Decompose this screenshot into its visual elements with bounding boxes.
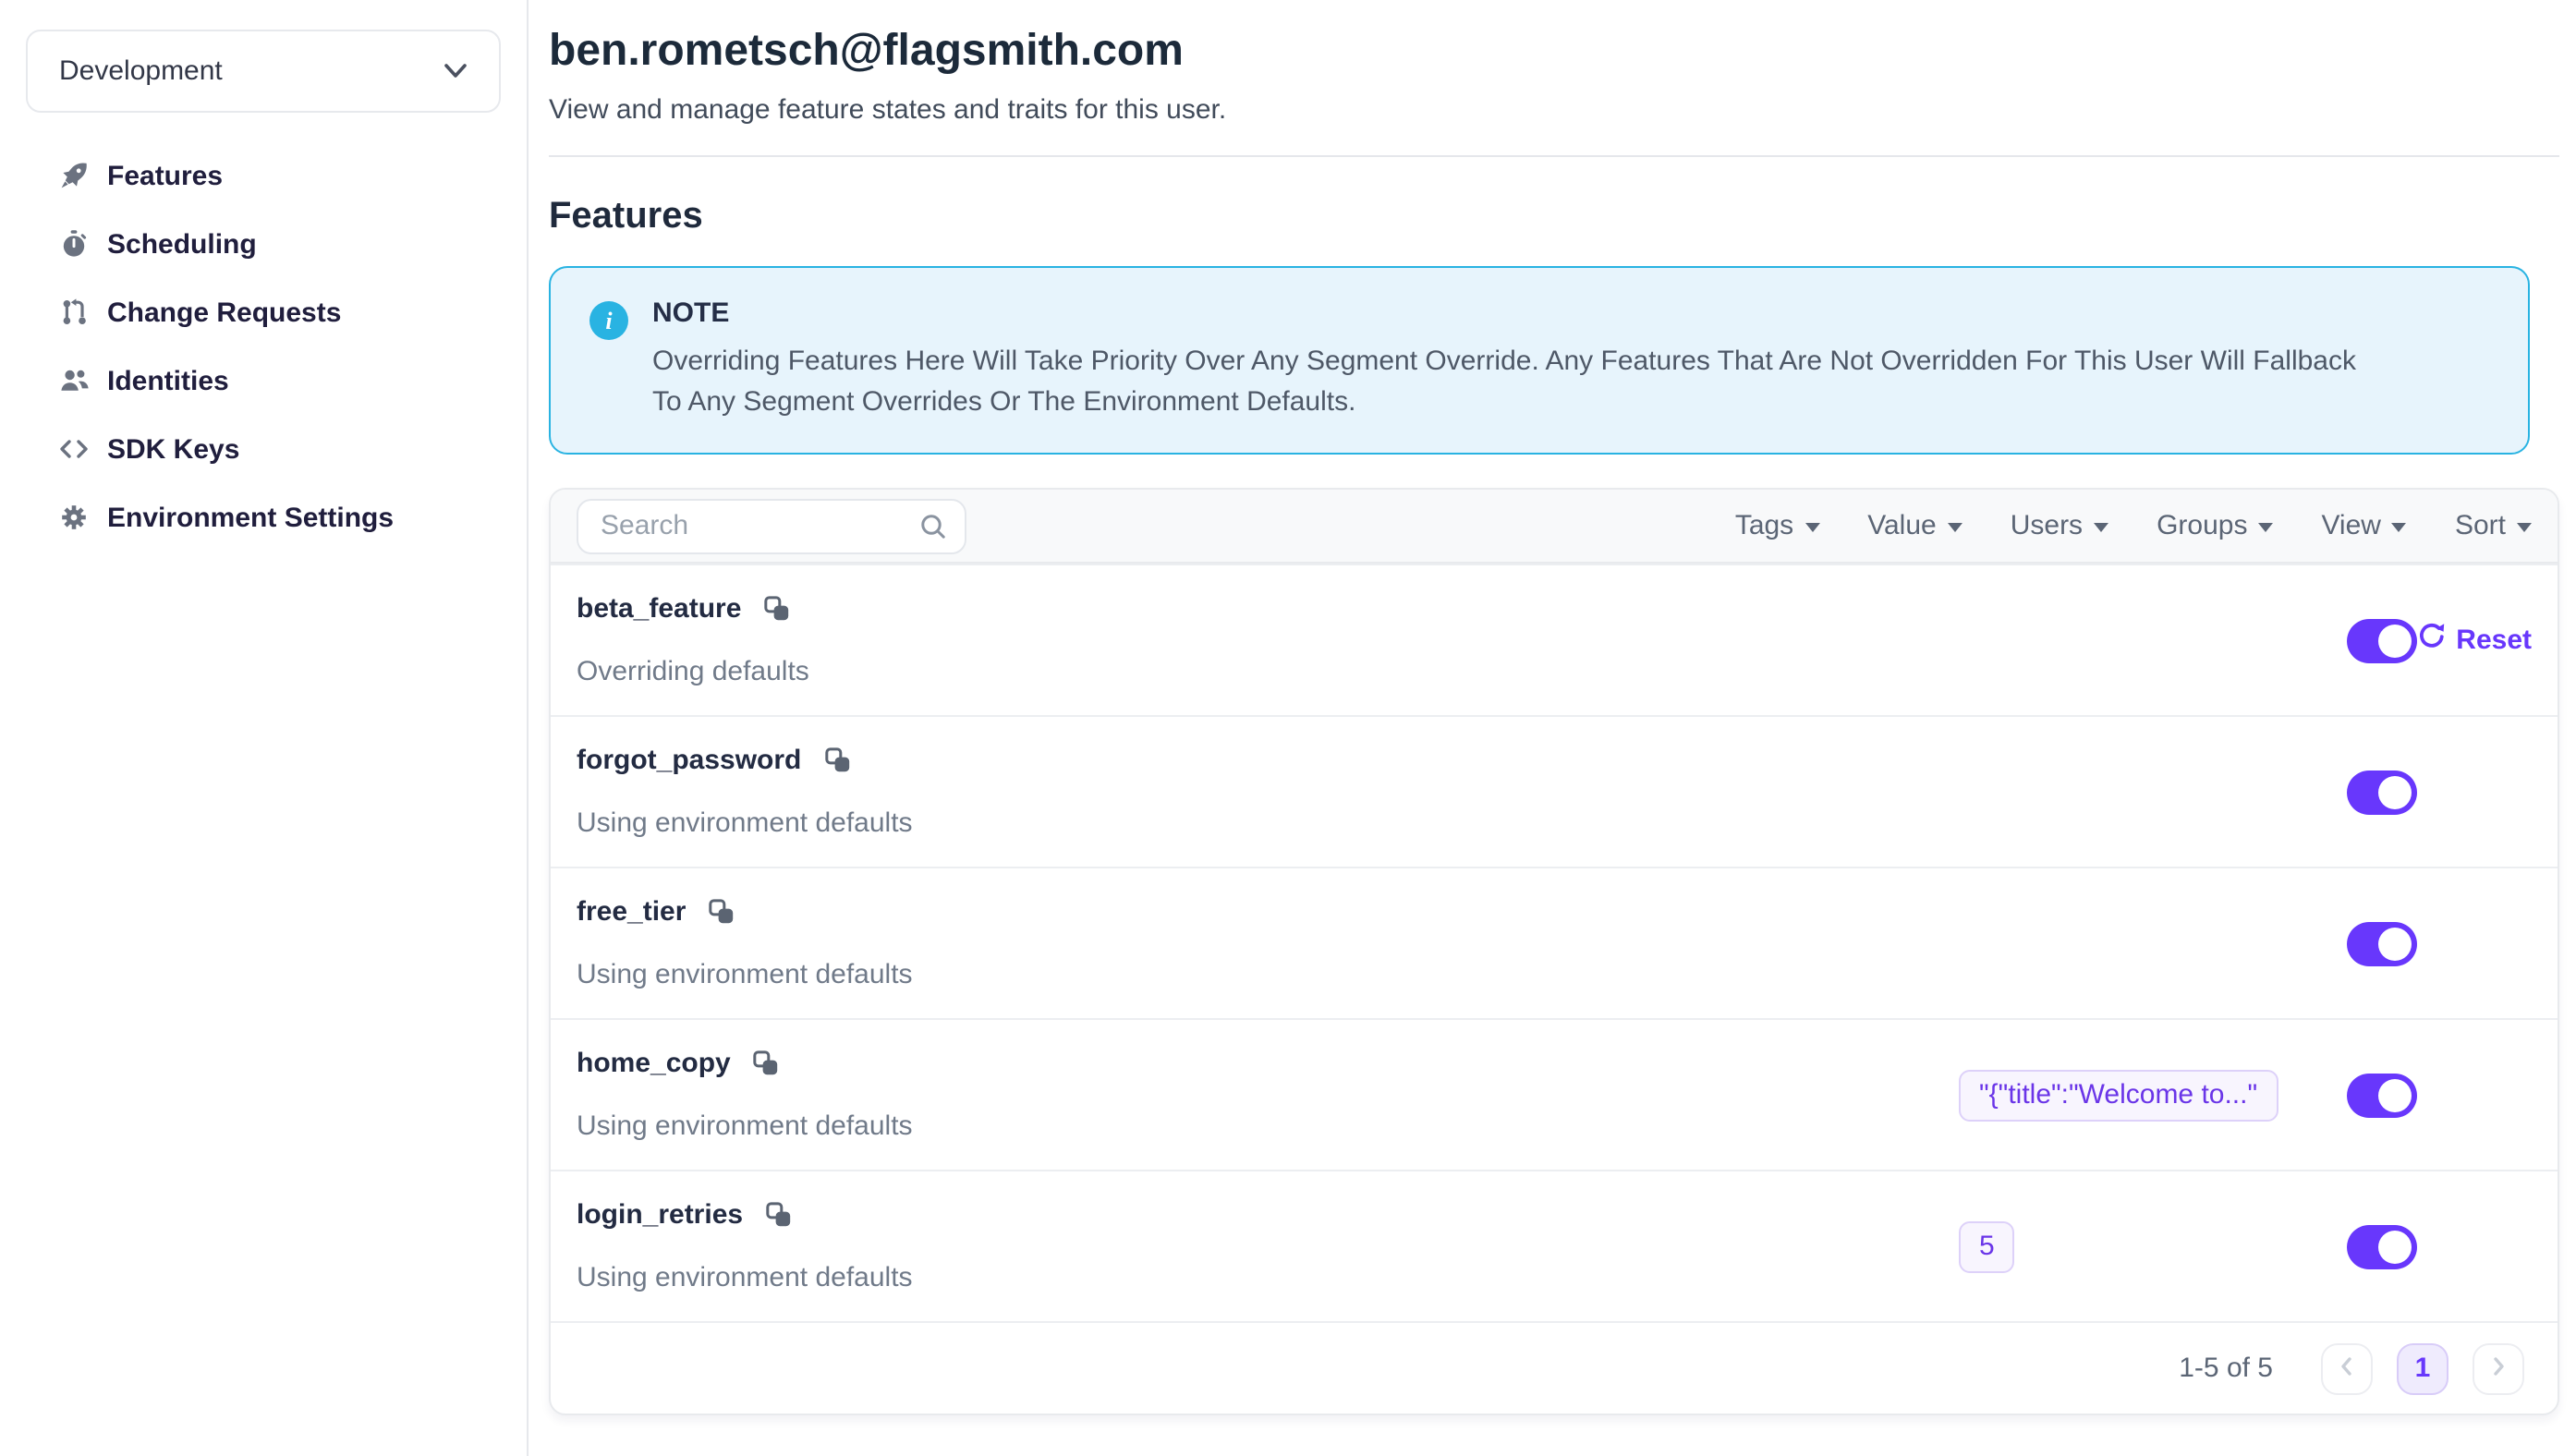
- filter-label: View: [2321, 510, 2381, 541]
- filter-groups[interactable]: Groups: [2157, 510, 2273, 541]
- environment-sidebar: Development Features Scheduling: [0, 0, 529, 1456]
- stopwatch-icon: [57, 227, 91, 261]
- filter-sort[interactable]: Sort: [2455, 510, 2532, 541]
- pagination-prev-button[interactable]: [2321, 1342, 2373, 1394]
- rocket-icon: [57, 159, 91, 192]
- caret-down-icon: [2392, 523, 2407, 532]
- feature-name: login_retries: [577, 1199, 743, 1231]
- sidebar-item-label: SDK Keys: [107, 433, 239, 465]
- sidebar-item-label: Features: [107, 160, 223, 191]
- filter-view[interactable]: View: [2321, 510, 2407, 541]
- header-divider: [549, 155, 2559, 157]
- table-toolbar: Tags Value Users Groups View Sort: [551, 490, 2558, 564]
- feature-value-chip: 5: [1959, 1220, 2015, 1272]
- table-row[interactable]: login_retries Using environment defaults…: [551, 1170, 2558, 1321]
- chevron-down-icon: [444, 55, 468, 88]
- features-heading: Features: [549, 196, 2559, 238]
- change-requests-icon: [57, 296, 91, 329]
- feature-status: Using environment defaults: [577, 959, 913, 990]
- flagsmith-identity-page: Development Features Scheduling: [0, 0, 2576, 1456]
- search-box: [577, 498, 966, 553]
- sidebar-item-sdk-keys[interactable]: SDK Keys: [57, 423, 501, 475]
- filter-users[interactable]: Users: [2011, 510, 2108, 541]
- environment-selector-value: Development: [59, 55, 223, 87]
- copy-icon[interactable]: [763, 595, 791, 623]
- sidebar-item-scheduling[interactable]: Scheduling: [57, 218, 501, 270]
- table-row[interactable]: free_tier Using environment defaults: [551, 867, 2558, 1018]
- sidebar-item-label: Scheduling: [107, 228, 257, 260]
- caret-down-icon: [2517, 523, 2532, 532]
- reset-label: Reset: [2456, 625, 2532, 656]
- caret-down-icon: [1804, 523, 1819, 532]
- code-brackets-icon: [57, 432, 91, 466]
- refresh-icon: [2417, 621, 2447, 660]
- search-input[interactable]: [577, 498, 966, 553]
- search-icon: [918, 511, 948, 550]
- pagination-next-button[interactable]: [2473, 1342, 2524, 1394]
- info-icon: i: [589, 301, 628, 340]
- filter-label: Tags: [1735, 510, 1793, 541]
- sidebar-item-identities[interactable]: Identities: [57, 355, 501, 406]
- feature-toggle[interactable]: [2347, 921, 2417, 965]
- feature-value-slot: 5: [1959, 1220, 2347, 1272]
- feature-toggle[interactable]: [2347, 770, 2417, 814]
- reset-button[interactable]: Reset: [2417, 621, 2532, 660]
- identities-icon: [57, 364, 91, 397]
- pagination-page-1-button[interactable]: 1: [2397, 1342, 2448, 1394]
- feature-status: Overriding defaults: [577, 656, 809, 687]
- table-pagination: 1-5 of 5 1: [551, 1321, 2558, 1414]
- feature-toggle[interactable]: [2347, 1073, 2417, 1117]
- sidebar-item-change-requests[interactable]: Change Requests: [57, 286, 501, 338]
- sidebar-item-label: Identities: [107, 365, 229, 396]
- filter-label: Sort: [2455, 510, 2506, 541]
- feature-name: free_tier: [577, 896, 686, 928]
- copy-icon[interactable]: [823, 746, 851, 774]
- feature-name: forgot_password: [577, 745, 801, 776]
- feature-toggle[interactable]: [2347, 1224, 2417, 1268]
- feature-value-chip: "{"title":"Welcome to...": [1959, 1069, 2278, 1121]
- note-banner: i NOTE Overriding Features Here Will Tak…: [549, 266, 2530, 455]
- caret-down-icon: [2094, 523, 2108, 532]
- copy-icon[interactable]: [708, 898, 735, 926]
- feature-status: Using environment defaults: [577, 1262, 913, 1293]
- table-row[interactable]: home_copy Using environment defaults "{"…: [551, 1018, 2558, 1170]
- feature-value-slot: "{"title":"Welcome to...": [1959, 1069, 2347, 1121]
- table-row[interactable]: beta_feature Overriding defaults: [551, 564, 2558, 715]
- filter-label: Groups: [2157, 510, 2247, 541]
- chevron-left-icon: [2339, 1352, 2354, 1385]
- sidebar-item-label: Environment Settings: [107, 502, 394, 533]
- features-table: Tags Value Users Groups View Sort beta_f…: [549, 488, 2559, 1415]
- filter-value[interactable]: Value: [1867, 510, 1962, 541]
- table-row[interactable]: forgot_password Using environment defaul…: [551, 715, 2558, 867]
- sidebar-item-label: Change Requests: [107, 297, 341, 328]
- filter-tags[interactable]: Tags: [1735, 510, 1819, 541]
- filter-label: Value: [1867, 510, 1937, 541]
- page-subtitle: View and manage feature states and trait…: [549, 94, 2559, 126]
- filter-label: Users: [2011, 510, 2083, 541]
- feature-toggle[interactable]: [2347, 618, 2417, 662]
- gear-icon: [57, 501, 91, 534]
- feature-name: home_copy: [577, 1048, 731, 1079]
- sidebar-nav: Features Scheduling Change Requests Iden…: [26, 150, 501, 543]
- chevron-right-icon: [2491, 1352, 2506, 1385]
- copy-icon[interactable]: [765, 1201, 793, 1229]
- sidebar-item-environment-settings[interactable]: Environment Settings: [57, 491, 501, 543]
- feature-status: Using environment defaults: [577, 807, 913, 839]
- main-content: ben.rometsch@flagsmith.com View and mana…: [529, 0, 2576, 1456]
- note-title: NOTE: [652, 297, 2389, 329]
- environment-selector[interactable]: Development: [26, 30, 501, 113]
- table-filters: Tags Value Users Groups View Sort: [1735, 510, 2532, 541]
- feature-name: beta_feature: [577, 593, 741, 625]
- copy-icon[interactable]: [753, 1050, 781, 1077]
- page-title: ben.rometsch@flagsmith.com: [549, 26, 2559, 78]
- note-body: Overriding Features Here Will Take Prior…: [652, 342, 2389, 423]
- pagination-summary: 1-5 of 5: [2179, 1353, 2273, 1384]
- caret-down-icon: [1948, 523, 1962, 532]
- feature-status: Using environment defaults: [577, 1110, 913, 1142]
- caret-down-icon: [2258, 523, 2273, 532]
- sidebar-item-features[interactable]: Features: [57, 150, 501, 201]
